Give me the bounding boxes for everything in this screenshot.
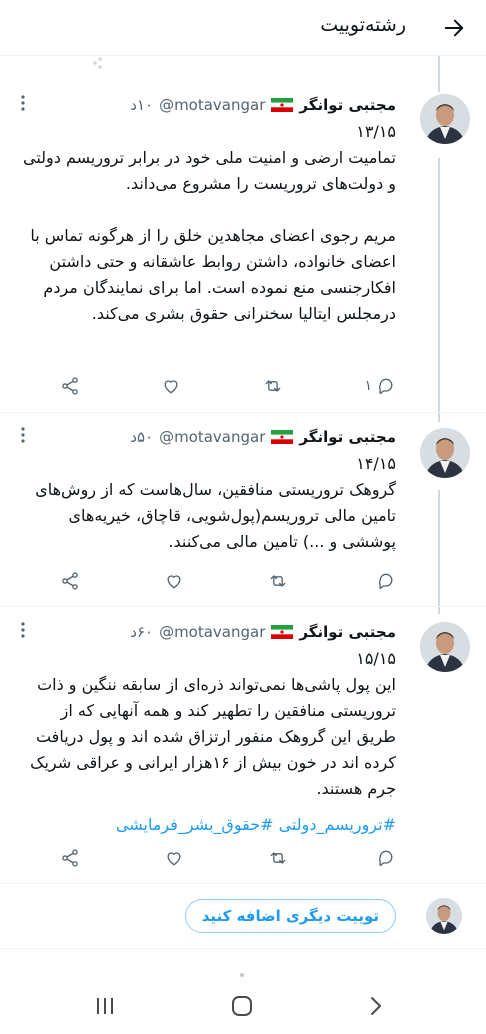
tweet-text: این پول پاشی‌ها نمی‌تواند ذره‌ای از سابق… [25, 675, 396, 798]
tweet-time[interactable]: ۱۰د [130, 96, 153, 114]
page-title: رشته‌توییت [320, 14, 406, 36]
retweet-icon [265, 380, 281, 392]
tweet-actions [60, 846, 396, 870]
tweet-text: گروهک تروریستی منافقین، سال‌هاست که از ر… [30, 480, 396, 551]
tweet-counter: ۱۵/۱۵ [356, 649, 396, 668]
avatar[interactable] [420, 94, 470, 144]
more-icon[interactable] [18, 425, 28, 445]
share-button[interactable] [60, 571, 80, 591]
reply-icon [379, 378, 393, 395]
author-handle[interactable]: @motavangar [159, 96, 265, 114]
avatar-portrait [420, 428, 470, 478]
tweet-actions: ۱ [60, 374, 396, 398]
thread-continuation-dots [93, 57, 102, 69]
share-icon [62, 377, 78, 395]
iran-flag-icon [271, 430, 294, 444]
reply-button[interactable] [372, 848, 396, 868]
reply-icon [379, 573, 393, 590]
reply-button[interactable]: ۱ [364, 376, 396, 396]
author-handle[interactable]: @motavangar [159, 623, 265, 641]
share-icon [62, 572, 78, 590]
author-handle[interactable]: @motavangar [159, 428, 265, 446]
avatar[interactable] [420, 622, 470, 672]
reply-count: ۱ [364, 378, 372, 394]
tweet-divider [0, 606, 486, 607]
avatar-portrait [420, 622, 470, 672]
like-icon [164, 380, 178, 394]
section-divider [0, 948, 486, 949]
share-button[interactable] [60, 376, 80, 396]
iran-flag-icon [271, 625, 294, 639]
reply-icon [379, 850, 393, 867]
back-button[interactable] [440, 14, 468, 42]
nav-home-icon[interactable] [230, 994, 254, 1018]
thread-header: رشته‌توییت [0, 0, 486, 56]
like-button[interactable] [164, 571, 184, 591]
share-icon [62, 849, 78, 867]
nav-back-icon[interactable] [368, 996, 384, 1016]
avatar[interactable] [420, 428, 470, 478]
nav-recents-icon[interactable] [94, 996, 116, 1016]
system-nav-bar [0, 970, 486, 1034]
iran-flag-icon [271, 98, 294, 112]
avatar-portrait [426, 898, 462, 934]
author-name[interactable]: مجتبی توانگر [299, 623, 396, 641]
retweet-button[interactable] [268, 571, 288, 591]
page-indicator-dot [240, 973, 244, 977]
like-icon [167, 852, 181, 866]
retweet-button[interactable] [263, 376, 283, 396]
reply-button[interactable] [372, 571, 396, 591]
tweet-text: تمامیت ارضی و امنیت ملی خود در برابر ترو… [22, 148, 396, 323]
retweet-button[interactable] [268, 848, 288, 868]
like-button[interactable] [164, 848, 184, 868]
retweet-icon [270, 852, 286, 864]
more-icon[interactable] [18, 620, 28, 640]
tweet-counter: ۱۴/۱۵ [356, 454, 396, 473]
tweet-hashtags[interactable]: #تروریسم_دولتی #حقوق_بشر_فرمایشی [18, 812, 396, 838]
like-icon [167, 575, 181, 589]
author-name[interactable]: مجتبی توانگر [299, 96, 396, 114]
share-button[interactable] [60, 848, 80, 868]
back-arrow-icon [444, 19, 464, 37]
thread-line [438, 56, 440, 92]
like-button[interactable] [161, 376, 181, 396]
more-icon[interactable] [18, 93, 28, 113]
thread-line [438, 158, 440, 422]
retweet-icon [270, 575, 286, 587]
thread-line [438, 490, 440, 614]
avatar-portrait [420, 94, 470, 144]
tweet-divider [0, 883, 486, 884]
tweet-time[interactable]: ۶۰د [130, 623, 153, 641]
tweet-actions [60, 569, 396, 593]
add-tweet-button[interactable]: توییت دیگری اضافه کنید [184, 899, 396, 933]
composer-avatar [426, 898, 462, 934]
tweet-time[interactable]: ۵۰د [130, 428, 153, 446]
tweet-counter: ۱۳/۱۵ [356, 122, 396, 141]
author-name[interactable]: مجتبی توانگر [299, 428, 396, 446]
tweet-divider [0, 412, 486, 413]
